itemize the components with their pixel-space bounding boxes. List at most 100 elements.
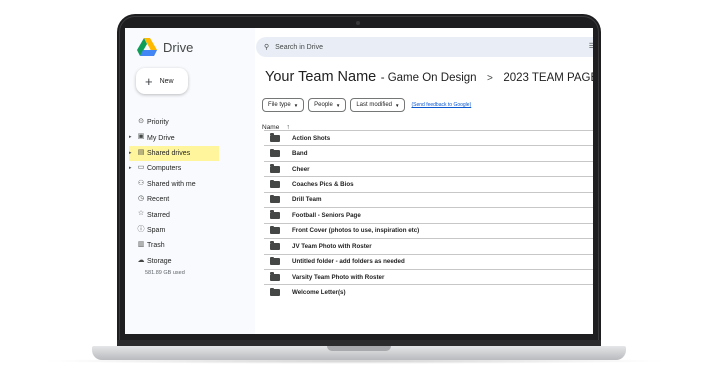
dropdown-arrow-icon: ▼: [395, 102, 400, 108]
folder-icon: [270, 179, 280, 189]
sidebar-item-priority[interactable]: ⊙ Priority: [129, 115, 253, 130]
expand-caret-icon[interactable]: ▸: [129, 133, 132, 141]
search-input[interactable]: Search in Drive: [275, 44, 323, 51]
sidebar-item-label: Shared drives: [147, 149, 191, 157]
storage-used-text: 581.89 GB used: [145, 269, 185, 276]
folder-name: JV Team Photo with Roster: [292, 242, 372, 250]
new-button[interactable]: + New: [136, 68, 188, 94]
sidebar-item-label: Storage: [147, 257, 172, 265]
table-row[interactable]: Varsity Team Photo with Roster: [264, 268, 593, 284]
breadcrumb: Your Team Name - Game On Design > 2023 T…: [265, 68, 593, 86]
laptop-notch: [327, 346, 391, 351]
folder-icon: [270, 241, 280, 250]
folder-icon: [270, 272, 280, 281]
dropdown-arrow-icon: ▼: [335, 102, 341, 108]
expand-caret-icon[interactable]: ▸: [129, 149, 132, 157]
cloud-icon: ☁: [137, 256, 145, 264]
table-row[interactable]: Welcome Letter(s): [264, 284, 593, 299]
sidebar-item-spam[interactable]: ⓘ Spam: [129, 223, 253, 238]
sidebar-item-label: Computers: [147, 165, 182, 173]
expand-caret-icon[interactable]: ▸: [129, 164, 132, 172]
people-icon: ⚇: [137, 179, 145, 187]
folder-name: Welcome Letter(s): [292, 289, 346, 297]
sidebar-item-label: Priority: [147, 119, 169, 127]
sidebar-item-label: Starred: [147, 211, 170, 219]
laptop-lid: Drive + New ⊙ Priority ▸ ▣ My Drive ▸ ▤ …: [117, 14, 601, 346]
table-row[interactable]: Drill Team: [264, 191, 593, 207]
table-row[interactable]: Coaches Pics & Bios: [264, 176, 593, 191]
search-options-icon[interactable]: ☰: [589, 42, 593, 50]
folder-name: Front Cover (photos to use, inspiration …: [292, 227, 420, 235]
filter-bar: File type ▼ People ▼ Last modified ▼ (Se…: [262, 98, 471, 112]
check-circle-icon: ⊙: [138, 118, 144, 125]
send-feedback-link[interactable]: (Send feedback to Google): [411, 102, 471, 108]
sidebar-item-computers[interactable]: ▸ ▭ Computers: [129, 161, 253, 176]
folder-icon: [270, 210, 280, 219]
clock-icon: ◷: [137, 194, 145, 202]
sidebar-item-label: Recent: [147, 196, 170, 204]
breadcrumb-designer[interactable]: - Game On Design: [381, 72, 477, 84]
folder-icon: [270, 225, 280, 235]
table-row[interactable]: Football - Seniors Page: [264, 207, 593, 222]
filter-label: File type: [268, 102, 291, 108]
camera-icon: [356, 21, 360, 25]
computer-icon: ▭: [137, 164, 145, 172]
sidebar-item-my-drive[interactable]: ▸ ▣ My Drive: [129, 130, 253, 145]
folder-name: Cheer: [292, 165, 310, 173]
app-name: Drive: [163, 39, 194, 55]
spam-icon: ⓘ: [137, 225, 145, 233]
filter-file-type[interactable]: File type ▼: [262, 98, 305, 112]
sidebar-item-recent[interactable]: ◷ Recent: [129, 192, 253, 207]
sidebar-nav: ⊙ Priority ▸ ▣ My Drive ▸ ▤ Shared drive…: [129, 115, 253, 276]
drive-logo-icon: [137, 38, 157, 56]
sidebar-item-shared-with-me[interactable]: ⚇ Shared with me: [129, 177, 253, 192]
folder-name: Untitled folder - add folders as needed: [292, 258, 405, 266]
breadcrumb-separator: >: [487, 73, 493, 84]
folder-icon: [270, 148, 280, 158]
folder-name: Action Shots: [292, 134, 331, 142]
table-row[interactable]: Untitled folder - add folders as needed: [264, 253, 593, 269]
table-row[interactable]: JV Team Photo with Roster: [264, 238, 593, 253]
sidebar-item-label: My Drive: [147, 134, 175, 142]
plus-icon: +: [145, 73, 153, 89]
filter-people[interactable]: People ▼: [308, 98, 347, 112]
sidebar-item-starred[interactable]: ☆ Starred: [129, 207, 253, 222]
screen: Drive + New ⊙ Priority ▸ ▣ My Drive ▸ ▤ …: [125, 28, 593, 334]
star-icon: ☆: [137, 210, 145, 218]
file-list: Action Shots Band Cheer Coaches Pics & B…: [264, 130, 593, 300]
filter-label: Last modified: [356, 102, 392, 108]
search-bar[interactable]: ⚲ Search in Drive ☰: [256, 37, 593, 57]
folder-name: Football - Seniors Page: [292, 211, 361, 219]
folder-icon: [270, 194, 280, 204]
sidebar: Drive + New ⊙ Priority ▸ ▣ My Drive ▸ ▤ …: [125, 28, 255, 334]
new-button-label: New: [159, 77, 174, 85]
sidebar-item-label: Spam: [147, 226, 166, 234]
filter-last-modified[interactable]: Last modified ▼: [350, 98, 406, 112]
shared-drives-icon: ▤: [137, 148, 145, 156]
dropdown-arrow-icon: ▼: [293, 102, 299, 108]
trash-icon: ▥: [137, 241, 145, 249]
my-drive-icon: ▣: [137, 133, 145, 141]
sidebar-item-shared-drives[interactable]: ▸ ▤ Shared drives: [129, 145, 219, 162]
folder-icon: [270, 287, 280, 297]
laptop-base: [92, 346, 626, 360]
sidebar-item-trash[interactable]: ▥ Trash: [129, 238, 253, 253]
folder-name: Band: [292, 150, 308, 158]
table-row[interactable]: Front Cover (photos to use, inspiration …: [264, 222, 593, 238]
table-row[interactable]: Action Shots: [264, 130, 593, 145]
breadcrumb-team[interactable]: Your Team Name: [265, 69, 376, 85]
folder-icon: [270, 164, 280, 173]
folder-name: Varsity Team Photo with Roster: [292, 273, 385, 281]
stage: Drive + New ⊙ Priority ▸ ▣ My Drive ▸ ▤ …: [0, 0, 707, 368]
sidebar-item-label: Trash: [147, 242, 165, 250]
folder-icon: [270, 256, 280, 266]
drive-logo[interactable]: Drive: [137, 38, 193, 56]
table-row[interactable]: Band: [264, 145, 593, 160]
table-row[interactable]: Cheer: [264, 160, 593, 176]
sidebar-item-label: Shared with me: [147, 180, 196, 188]
folder-icon: [270, 133, 280, 142]
search-icon[interactable]: ⚲: [264, 43, 269, 51]
breadcrumb-current[interactable]: 2023 TEAM PAGE: [503, 72, 593, 84]
sidebar-item-storage[interactable]: ☁ Storage: [129, 254, 253, 269]
folder-name: Coaches Pics & Bios: [292, 181, 354, 189]
